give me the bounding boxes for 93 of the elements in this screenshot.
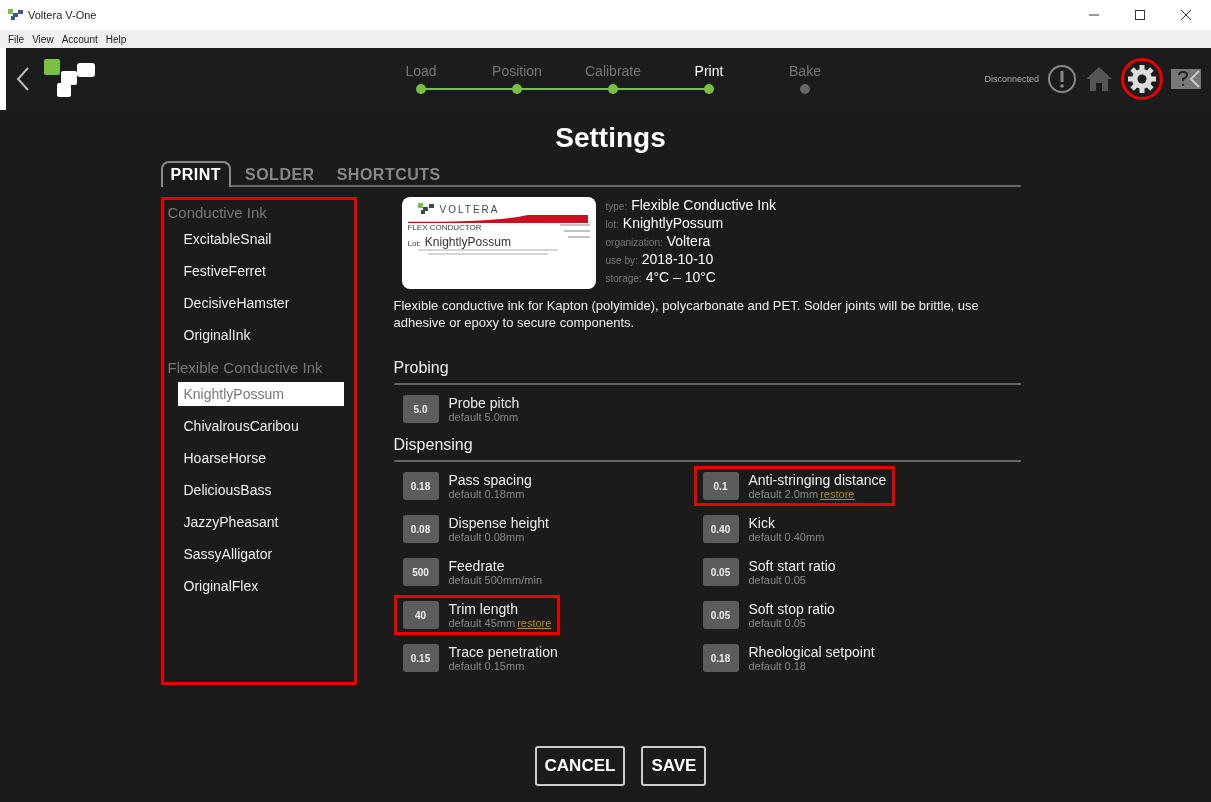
setting-name: Trace penetration: [448, 644, 558, 660]
setting-name: Dispense height: [448, 515, 549, 531]
step-label[interactable]: Load: [405, 63, 437, 79]
ink-item[interactable]: KnightlyPossum: [177, 382, 344, 406]
value-field[interactable]: 0.18: [402, 472, 439, 500]
default-value: default 0.05: [748, 574, 806, 586]
value-field[interactable]: 0.18: [702, 644, 739, 672]
restore-link[interactable]: restore: [517, 617, 552, 629]
info-label: type:: [605, 200, 628, 214]
tab[interactable]: SOLDER: [237, 163, 323, 187]
default-value: default 0.18: [748, 660, 806, 672]
info-label: use by:: [605, 254, 638, 268]
section-heading: Dispensing: [393, 436, 474, 454]
connection-status: Disconnected: [984, 74, 1039, 84]
setting-name: Trim length: [448, 601, 519, 617]
setting-name: Kick: [748, 515, 776, 531]
info-label: organization:: [605, 236, 663, 250]
close-icon[interactable]: [1181, 10, 1191, 20]
ink-item[interactable]: SassyAlligator: [177, 542, 344, 566]
value-field[interactable]: 5.0: [402, 395, 439, 423]
help-icon[interactable]: [1171, 69, 1201, 89]
default-value: default 0.18mm: [448, 488, 525, 500]
value-field[interactable]: 0.08: [402, 515, 439, 543]
ink-item[interactable]: OriginalInk: [177, 323, 344, 347]
warning-icon[interactable]: [1047, 64, 1077, 94]
default-value: default 0.15mm: [448, 660, 525, 672]
brand-name: VOLTERA: [439, 203, 500, 215]
step-label[interactable]: Print: [694, 63, 724, 79]
group-heading: Flexible Conductive Ink: [167, 359, 324, 376]
lot-caption: Lot:: [407, 239, 421, 248]
default-value: default 0.40mm: [748, 531, 825, 543]
menu-item[interactable]: View: [32, 33, 54, 45]
step-label[interactable]: Bake: [789, 63, 821, 79]
default-value: default 45mm: [448, 617, 516, 629]
value-field[interactable]: 0.05: [702, 601, 739, 629]
info-value: 4°C – 10°C: [645, 269, 716, 286]
value-field[interactable]: 0.05: [702, 558, 739, 586]
setting-name: Feedrate: [448, 558, 506, 574]
ink-item[interactable]: HoarseHorse: [177, 446, 344, 470]
app-logo-icon: [44, 59, 96, 99]
menu-item[interactable]: Help: [105, 33, 127, 45]
dialog-button[interactable]: CANCEL: [534, 746, 626, 786]
info-value: KnightlyPossum: [622, 215, 724, 232]
info-label: lot:: [605, 218, 619, 232]
back-icon[interactable]: [16, 66, 30, 92]
info-label: storage:: [605, 272, 642, 286]
window-title: Voltera V-One: [28, 9, 97, 21]
section-heading: Probing: [393, 359, 450, 377]
setting-name: Soft stop ratio: [748, 601, 835, 617]
info-value: 2018-10-10: [641, 251, 714, 268]
default-value: default 2.0mm: [748, 488, 819, 500]
setting-name: Pass spacing: [448, 472, 532, 488]
step-label[interactable]: Position: [492, 63, 542, 79]
info-value: Flexible Conductive Ink: [631, 197, 776, 214]
info-value: Voltera: [666, 233, 711, 250]
value-field[interactable]: 0.15: [402, 644, 439, 672]
value-field[interactable]: 0.40: [702, 515, 739, 543]
ink-item[interactable]: DecisiveHamster: [177, 291, 344, 315]
setting-name: Anti-stringing distance: [748, 472, 887, 488]
step-label[interactable]: Calibrate: [585, 63, 641, 79]
value-field[interactable]: 40: [402, 601, 439, 629]
default-value: default 500mm/min: [448, 574, 543, 586]
ink-item[interactable]: ChivalrousCaribou: [177, 414, 344, 438]
settings-button[interactable]: [1121, 58, 1163, 100]
ink-item[interactable]: OriginalFlex: [177, 574, 344, 598]
ink-item[interactable]: JazzyPheasant: [177, 510, 344, 534]
maximize-icon[interactable]: [1135, 10, 1145, 20]
fine-print-drawing: [559, 223, 590, 239]
ink-item[interactable]: ExcitableSnail: [177, 227, 344, 251]
product-name: FLEX CONDUCTOR: [407, 223, 482, 232]
menu-item[interactable]: Account: [61, 33, 98, 45]
settings-icon: [1127, 64, 1157, 94]
dialog-title: Settings: [554, 122, 667, 154]
tab[interactable]: SHORTCUTS: [328, 163, 449, 187]
lot-name: KnightlyPossum: [424, 235, 511, 249]
value-field[interactable]: 0.1: [702, 472, 739, 500]
ink-description: Flexible conductive ink for Kapton (polyimide), polycarbonate and PET. Solder joints will be brittle, use adhesive or epoxy to secure components.: [393, 297, 980, 331]
group-heading: Conductive Ink: [167, 204, 268, 221]
tab[interactable]: PRINT: [160, 161, 231, 187]
restore-link[interactable]: restore: [820, 488, 855, 500]
dialog-button[interactable]: SAVE: [641, 746, 707, 786]
app-logo-icon: [8, 9, 24, 21]
default-value: default 0.05: [748, 617, 806, 629]
setting-name: Probe pitch: [448, 395, 520, 411]
value-field[interactable]: 500: [402, 558, 439, 586]
menu-item[interactable]: File: [8, 33, 25, 45]
setting-name: Soft start ratio: [748, 558, 836, 574]
ink-item[interactable]: FestiveFerret: [177, 259, 344, 283]
ink-item[interactable]: DeliciousBass: [177, 478, 344, 502]
default-value: default 0.08mm: [448, 531, 525, 543]
default-value: default 5.0mm: [448, 411, 519, 423]
brand-logo-icon: [417, 203, 436, 215]
setting-name: Rheological setpoint: [748, 644, 875, 660]
